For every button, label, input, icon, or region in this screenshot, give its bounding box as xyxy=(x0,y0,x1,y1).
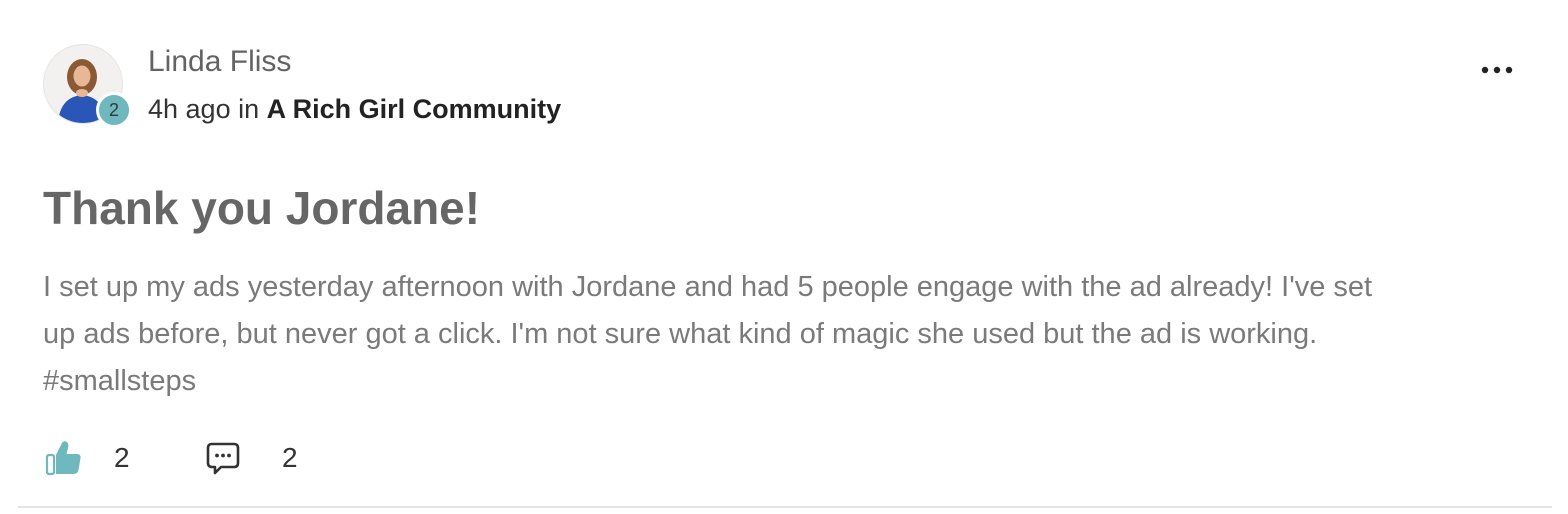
like-count: 2 xyxy=(114,442,130,473)
comment-button[interactable] xyxy=(205,440,241,476)
author-name[interactable]: Linda Fliss xyxy=(148,44,291,80)
group-link[interactable]: A Rich Girl Community xyxy=(267,94,562,124)
post-divider xyxy=(18,506,1552,508)
community-post: 2 Linda Fliss 4h ago in A Rich Girl Comm… xyxy=(0,0,1568,514)
post-body-line: up ads before, but never got a click. I'… xyxy=(43,318,1318,350)
thumbs-up-icon xyxy=(45,441,81,476)
like-button[interactable] xyxy=(44,438,84,478)
post-body-line: I set up my ads yesterday afternoon with… xyxy=(43,271,1373,303)
more-options-button[interactable] xyxy=(1476,58,1520,82)
more-horizontal-icon xyxy=(1481,66,1513,74)
in-label: in xyxy=(238,94,260,124)
comment-count: 2 xyxy=(282,442,298,473)
hashtag-link[interactable]: #smallsteps xyxy=(43,358,1523,405)
post-body: I set up my ads yesterday afternoon with… xyxy=(43,264,1523,405)
post-title: Thank you Jordane! xyxy=(43,182,481,234)
level-badge: 2 xyxy=(96,92,132,128)
comment-bubble-icon xyxy=(206,442,240,475)
post-time: 4h ago xyxy=(148,94,231,124)
post-meta: 4h ago in A Rich Girl Community xyxy=(148,92,561,126)
